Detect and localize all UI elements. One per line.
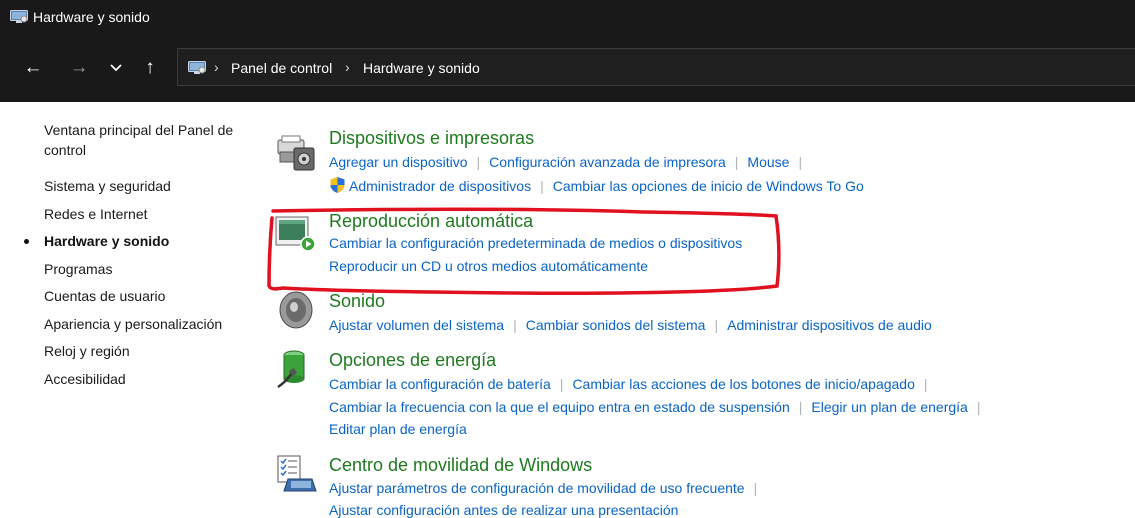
sidebar-item-cuentas-usuario[interactable]: Cuentas de usuario bbox=[44, 286, 165, 306]
shield-icon bbox=[330, 177, 345, 193]
link-separator: | bbox=[798, 399, 803, 415]
link-agregar-dispositivo[interactable]: Agregar un dispositivo bbox=[329, 154, 468, 170]
category-title-autoplay[interactable]: Reproducción automática bbox=[329, 210, 533, 232]
category-title-devices[interactable]: Dispositivos e impresoras bbox=[329, 127, 534, 149]
mobility-center-icon bbox=[277, 455, 317, 492]
autoplay-icon bbox=[275, 216, 316, 252]
link-separator: | bbox=[798, 154, 803, 170]
link-cambiar-config-medios[interactable]: Cambiar la configuración predeterminada … bbox=[329, 235, 742, 251]
devices-printers-icon bbox=[277, 135, 315, 171]
mobility-links-row-2: Ajustar configuración antes de realizar … bbox=[329, 502, 678, 518]
sidebar-item-sistema-seguridad[interactable]: Sistema y seguridad bbox=[44, 176, 171, 196]
breadcrumb-hardware-y-sonido[interactable]: Hardware y sonido bbox=[363, 60, 480, 76]
link-editar-plan[interactable]: Editar plan de energía bbox=[329, 421, 467, 437]
sidebar-item-accesibilidad[interactable]: Accesibilidad bbox=[44, 369, 126, 389]
sidebar-item-redes-internet[interactable]: Redes e Internet bbox=[44, 204, 148, 224]
sidebar-item-hardware-sonido: Hardware y sonido bbox=[44, 233, 170, 249]
link-separator: | bbox=[513, 317, 517, 333]
autoplay-links-row-2: Reproducir un CD u otros medios automáti… bbox=[329, 258, 648, 274]
sidebar-item-programas[interactable]: Programas bbox=[44, 259, 112, 279]
power-links-row-1: Cambiar la configuración de batería | Camb… bbox=[329, 376, 937, 392]
link-separator: | bbox=[753, 480, 758, 496]
title-bar: Hardware y sonido bbox=[0, 0, 1135, 34]
control-panel-icon bbox=[188, 61, 206, 74]
link-separator: | bbox=[734, 154, 739, 170]
power-links-row-3: Editar plan de energía bbox=[329, 421, 467, 437]
breadcrumb-separator: › bbox=[345, 59, 350, 75]
sidebar-home-link-line1[interactable]: Ventana principal del Panel de bbox=[44, 120, 233, 140]
link-separator: | bbox=[540, 178, 544, 194]
category-title-sound[interactable]: Sonido bbox=[329, 290, 385, 312]
link-separator: | bbox=[923, 376, 928, 392]
control-panel-icon bbox=[10, 10, 28, 23]
speaker-icon bbox=[279, 291, 313, 329]
breadcrumb-separator: › bbox=[214, 59, 219, 75]
window-title: Hardware y sonido bbox=[33, 9, 150, 25]
link-acciones-botones[interactable]: Cambiar las acciones de los botones de i… bbox=[572, 376, 914, 392]
link-config-bateria[interactable]: Cambiar la configuración de batería bbox=[329, 376, 551, 392]
link-mouse[interactable]: Mouse bbox=[747, 154, 789, 170]
link-ajustar-movilidad[interactable]: Ajustar parámetros de configuración de m… bbox=[329, 480, 745, 496]
active-bullet bbox=[24, 239, 29, 244]
devices-links-row-2: Administrador de dispositivos | Cambiar la… bbox=[329, 176, 864, 194]
link-elegir-plan[interactable]: Elegir un plan de energía bbox=[811, 399, 967, 415]
link-config-avanzada-impresora[interactable]: Configuración avanzada de impresora bbox=[489, 154, 726, 170]
link-separator: | bbox=[714, 317, 719, 333]
link-separator: | bbox=[559, 376, 564, 392]
link-cambiar-sonidos[interactable]: Cambiar sonidos del sistema bbox=[526, 317, 706, 333]
sidebar-item-reloj-region[interactable]: Reloj y región bbox=[44, 341, 130, 361]
arrow-right-icon[interactable]: → bbox=[67, 56, 91, 80]
breadcrumb-panel-de-control[interactable]: Panel de control bbox=[231, 60, 332, 76]
sidebar-home-link-line2[interactable]: control bbox=[44, 140, 86, 160]
link-administrar-audio[interactable]: Administrar dispositivos de audio bbox=[727, 317, 932, 333]
link-ajustar-presentacion[interactable]: Ajustar configuración antes de realizar … bbox=[329, 502, 678, 518]
link-ajustar-volumen[interactable]: Ajustar volumen del sistema bbox=[329, 317, 504, 333]
category-title-mobility[interactable]: Centro de movilidad de Windows bbox=[329, 454, 592, 476]
devices-links-row-1: Agregar un dispositivo | Configuración ava… bbox=[329, 154, 811, 170]
sound-links-row: Ajustar volumen del sistema | Cambiar soni… bbox=[329, 317, 932, 333]
autoplay-links-row-1: Cambiar la configuración predeterminada … bbox=[329, 235, 742, 251]
chevron-down-icon[interactable] bbox=[104, 56, 128, 80]
address-bar[interactable]: › Panel de control › Hardware y sonido bbox=[177, 48, 1135, 86]
mobility-links-row-1: Ajustar parámetros de configuración de m… bbox=[329, 480, 766, 496]
link-frecuencia-suspension[interactable]: Cambiar la frecuencia con la que el equi… bbox=[329, 399, 790, 415]
arrow-up-icon[interactable]: ↑ bbox=[138, 56, 162, 80]
link-separator: | bbox=[976, 399, 981, 415]
battery-power-icon bbox=[277, 350, 305, 389]
navigation-bar: ← → ↑ › Panel de control › Hardware y so… bbox=[0, 34, 1135, 102]
link-separator: | bbox=[476, 154, 481, 170]
arrow-left-icon[interactable]: ← bbox=[21, 56, 45, 80]
sidebar-item-apariencia[interactable]: Apariencia y personalización bbox=[44, 314, 222, 334]
link-administrador-dispositivos[interactable]: Administrador de dispositivos bbox=[349, 178, 531, 194]
link-windows-to-go[interactable]: Cambiar las opciones de inicio de Window… bbox=[553, 178, 864, 194]
power-links-row-2: Cambiar la frecuencia con la que el equi… bbox=[329, 399, 989, 415]
category-title-power[interactable]: Opciones de energía bbox=[329, 349, 496, 371]
link-reproducir-cd[interactable]: Reproducir un CD u otros medios automáti… bbox=[329, 258, 648, 274]
